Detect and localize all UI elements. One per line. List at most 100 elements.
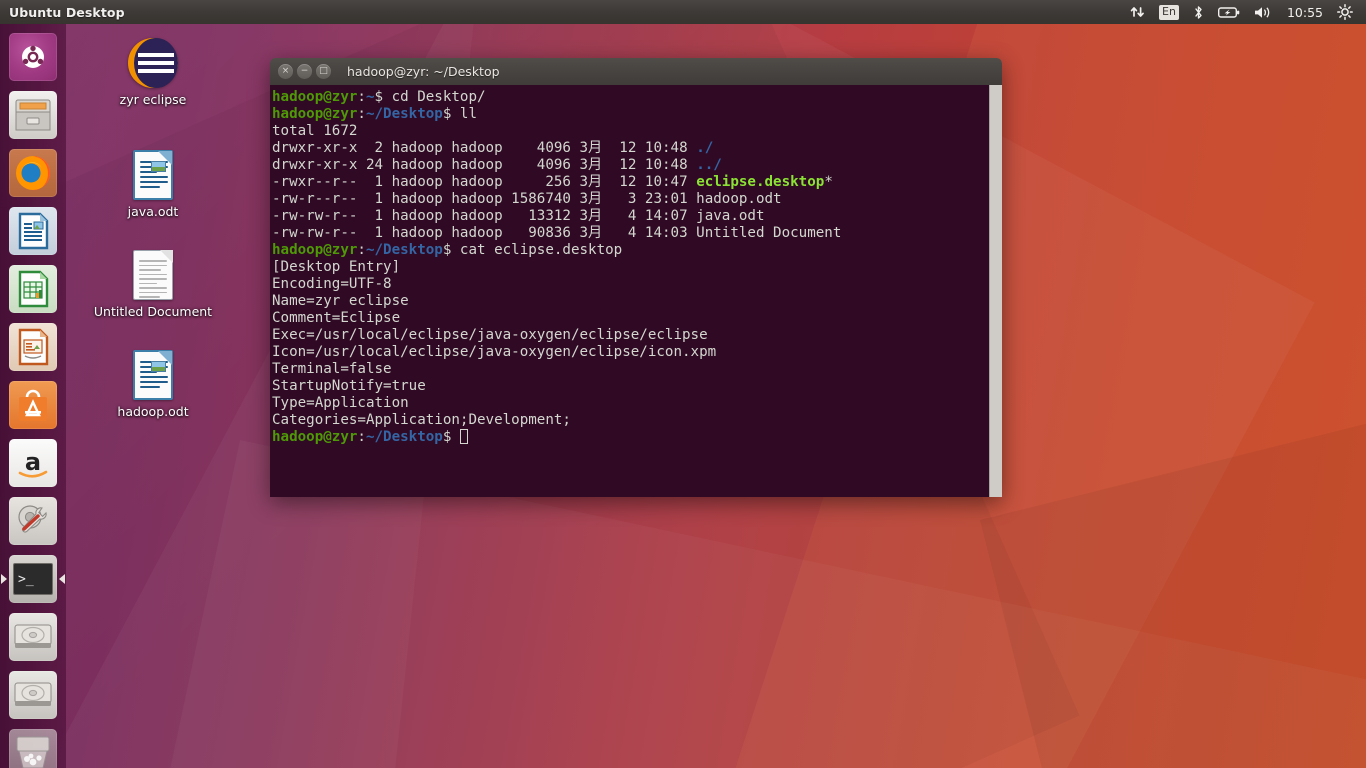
odt-document-icon (133, 344, 173, 400)
terminal-line: Encoding=UTF-8 (272, 276, 989, 293)
terminal-text-span: eclipse.desktop (696, 174, 824, 190)
terminal-text-span: [Desktop Entry] (272, 259, 400, 275)
network-icon[interactable] (1123, 0, 1152, 24)
terminal-text-span: : (357, 242, 366, 258)
launcher-item-libreoffice-calc[interactable] (0, 260, 66, 318)
files-cabinet-icon (9, 91, 57, 139)
bluetooth-icon[interactable] (1186, 0, 1211, 24)
volume-icon[interactable] (1247, 0, 1280, 24)
terminal-line: Icon=/usr/local/eclipse/java-oxygen/ecli… (272, 344, 989, 361)
panel-title[interactable]: Ubuntu Desktop (9, 5, 125, 20)
libreoffice-writer-icon (9, 207, 57, 255)
terminal-line: drwxr-xr-x 24 hadoop hadoop 4096 3月 12 1… (272, 157, 989, 174)
desktop-icon-zyr-eclipse[interactable]: zyr eclipse (95, 32, 211, 107)
top-panel: Ubuntu Desktop En (0, 0, 1366, 24)
terminal-line: total 1672 (272, 123, 989, 140)
keyboard-layout-indicator[interactable]: En (1152, 0, 1186, 24)
terminal-text-span: ~/Desktop (366, 106, 443, 122)
terminal-text-span: Comment=Eclipse (272, 310, 400, 326)
terminal-line: hadoop@zyr:~/Desktop$ cat eclipse.deskto… (272, 242, 989, 259)
launcher-item-libreoffice-impress[interactable] (0, 318, 66, 376)
launcher-item-system-settings[interactable] (0, 492, 66, 550)
terminal-line: hadoop@zyr:~$ cd Desktop/ (272, 89, 989, 106)
terminal-text-span: Encoding=UTF-8 (272, 276, 392, 292)
text-document-icon (133, 244, 173, 300)
terminal-scrollbar[interactable] (989, 85, 1002, 497)
launcher-item-libreoffice-writer[interactable] (0, 202, 66, 260)
terminal-icon: >_ (9, 555, 57, 603)
launcher-item-disk-volume-2[interactable] (0, 666, 66, 724)
launcher-item-ubuntu-software[interactable] (0, 376, 66, 434)
terminal-text-span: Exec=/usr/local/eclipse/java-oxygen/ecli… (272, 327, 708, 343)
amazon-icon: a (9, 439, 57, 487)
unity-launcher: a >_ (0, 24, 66, 768)
terminal-body[interactable]: hadoop@zyr:~$ cd Desktop/hadoop@zyr:~/De… (270, 85, 1002, 497)
session-gear-icon[interactable] (1330, 0, 1360, 24)
eclipse-icon (128, 32, 178, 88)
terminal-line: Exec=/usr/local/eclipse/java-oxygen/ecli… (272, 327, 989, 344)
terminal-output[interactable]: hadoop@zyr:~$ cd Desktop/hadoop@zyr:~/De… (270, 85, 989, 497)
terminal-text-span: ../ (696, 157, 722, 173)
terminal-text-span: hadoop@zyr (272, 89, 357, 105)
settings-gear-wrench-icon (9, 497, 57, 545)
terminal-titlebar[interactable]: × − □ hadoop@zyr: ~/Desktop (270, 58, 1002, 85)
firefox-icon (9, 149, 57, 197)
terminal-text-span: -rw-rw-r-- 1 hadoop hadoop 13312 3月 4 14… (272, 208, 765, 224)
launcher-item-terminal[interactable]: >_ (0, 550, 66, 608)
terminal-line: Comment=Eclipse (272, 310, 989, 327)
terminal-text-span: Categories=Application;Development; (272, 412, 571, 428)
maximize-button[interactable]: □ (316, 64, 331, 79)
terminal-text-span: hadoop@zyr (272, 242, 357, 258)
terminal-line: Terminal=false (272, 361, 989, 378)
terminal-text-span: : (357, 429, 366, 445)
launcher-item-disk-volume-1[interactable] (0, 608, 66, 666)
terminal-title: hadoop@zyr: ~/Desktop (347, 64, 500, 79)
terminal-line: Name=zyr eclipse (272, 293, 989, 310)
terminal-text-span: $ (443, 429, 460, 445)
terminal-cursor (460, 429, 468, 444)
terminal-prompt-glyph: >_ (13, 563, 53, 595)
terminal-line: Categories=Application;Development; (272, 412, 989, 429)
terminal-text-span: total 1672 (272, 123, 357, 139)
desktop-icon-untitled-document[interactable]: Untitled Document (95, 244, 211, 319)
launcher-item-trash[interactable] (0, 724, 66, 768)
terminal-window[interactable]: × − □ hadoop@zyr: ~/Desktop hadoop@zyr:~… (270, 58, 1002, 497)
launcher-item-files[interactable] (0, 86, 66, 144)
clock[interactable]: 10:55 (1280, 0, 1330, 24)
launcher-item-ubuntu-dash[interactable] (0, 28, 66, 86)
desktop-icon-label: Untitled Document (94, 305, 212, 319)
terminal-text-span: ~/Desktop (366, 242, 443, 258)
terminal-line: [Desktop Entry] (272, 259, 989, 276)
desktop-icon-hadoop-odt[interactable]: hadoop.odt (95, 344, 211, 419)
terminal-text-span: -rw-rw-r-- 1 hadoop hadoop 90836 3月 4 14… (272, 225, 841, 241)
odt-document-icon (133, 144, 173, 200)
trash-icon (9, 729, 57, 768)
terminal-text-span: Icon=/usr/local/eclipse/java-oxygen/ecli… (272, 344, 716, 360)
minimize-button[interactable]: − (297, 64, 312, 79)
terminal-text-span: : (357, 106, 366, 122)
terminal-line: Type=Application (272, 395, 989, 412)
libreoffice-calc-icon (9, 265, 57, 313)
launcher-item-amazon[interactable]: a (0, 434, 66, 492)
terminal-text-span: Type=Application (272, 395, 409, 411)
terminal-text-span: -rwxr--r-- 1 hadoop hadoop 256 3月 12 10:… (272, 174, 696, 190)
disk-drive-icon (9, 671, 57, 719)
ubuntu-logo-icon (9, 33, 57, 81)
indicator-area: En 10:55 (1123, 0, 1366, 24)
terminal-text-span: drwxr-xr-x 24 hadoop hadoop 4096 3月 12 1… (272, 157, 696, 173)
close-button[interactable]: × (278, 64, 293, 79)
terminal-text-span: -rw-r--r-- 1 hadoop hadoop 1586740 3月 3 … (272, 191, 782, 207)
terminal-text-span: $ cd Desktop/ (375, 89, 486, 105)
terminal-line: drwxr-xr-x 2 hadoop hadoop 4096 3月 12 10… (272, 140, 989, 157)
terminal-text-span: drwxr-xr-x 2 hadoop hadoop 4096 3月 12 10… (272, 140, 696, 156)
terminal-text-span: * (824, 174, 833, 190)
libreoffice-impress-icon (9, 323, 57, 371)
terminal-line: hadoop@zyr:~/Desktop$ ll (272, 106, 989, 123)
desktop-icon-java-odt[interactable]: java.odt (95, 144, 211, 219)
keyboard-layout-label: En (1159, 5, 1179, 20)
terminal-line: -rw-rw-r-- 1 hadoop hadoop 13312 3月 4 14… (272, 208, 989, 225)
terminal-text-span: ~/Desktop (366, 429, 443, 445)
launcher-item-firefox[interactable] (0, 144, 66, 202)
terminal-text-span: : (357, 89, 366, 105)
battery-icon[interactable] (1211, 0, 1247, 24)
